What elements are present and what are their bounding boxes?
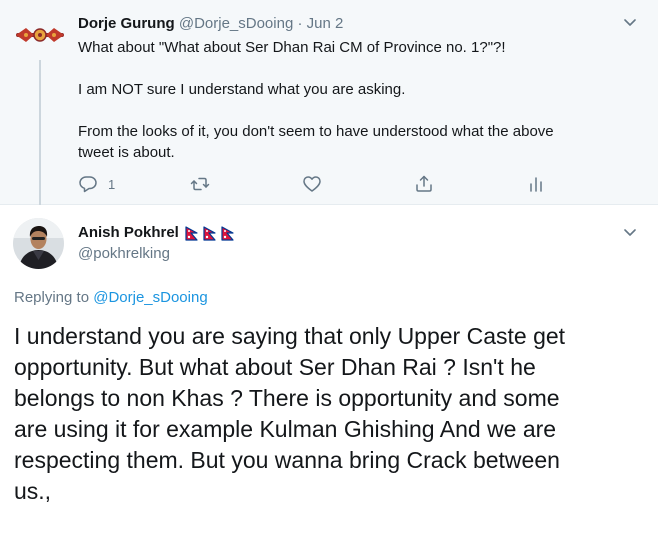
share-button[interactable] — [414, 172, 434, 196]
retweet-button[interactable] — [190, 172, 210, 196]
user-photo-icon — [13, 218, 64, 269]
tweet-text-line: I am NOT sure I understand what you are … — [78, 81, 406, 98]
heart-icon — [303, 176, 321, 192]
nepal-flag-icon — [203, 225, 216, 241]
like-button[interactable] — [302, 172, 322, 196]
chevron-down-icon[interactable] — [622, 224, 638, 240]
tweet-actions: 1 — [78, 172, 558, 196]
tweet-text-line: From the looks of it, you don't seem to … — [78, 123, 554, 140]
tweet-date[interactable]: Jun 2 — [307, 15, 344, 32]
nepal-flag-icon — [185, 225, 198, 241]
replying-to: Replying to @Dorje_sDooing — [14, 288, 208, 308]
tweet-text-line: I understand you are saying that only Up… — [14, 323, 566, 349]
tweet-text-line: us., — [14, 478, 52, 504]
tweet-text-line: are using it for example Kulman Ghishing… — [14, 416, 557, 442]
author-name[interactable]: Dorje Gurung — [78, 15, 175, 32]
tweet-text-line: respecting them. But you wanna bring Cra… — [14, 447, 560, 473]
parent-header: Dorje Gurung @Dorje_sDooing · Jun 2 — [78, 14, 343, 34]
parent-tweet[interactable]: Dorje Gurung @Dorje_sDooing · Jun 2 What… — [0, 0, 658, 205]
separator: · — [297, 15, 303, 32]
replying-to-label: Replying to — [14, 289, 90, 306]
reply-count: 1 — [108, 176, 116, 192]
avatar[interactable] — [13, 218, 64, 269]
author-name[interactable]: Anish Pokhrel — [78, 223, 179, 243]
flag-emojis — [185, 225, 234, 241]
tweet-body: I understand you are saying that only Up… — [14, 321, 646, 507]
share-icon — [416, 175, 432, 192]
reply-header: Anish Pokhrel — [78, 223, 234, 243]
retweet-icon — [190, 177, 210, 191]
reply-button[interactable]: 1 — [78, 172, 115, 196]
author-handle[interactable]: @pokhrelking — [78, 244, 170, 264]
avatar[interactable] — [14, 24, 66, 46]
tweet-text-line: opportunity. But what about Ser Dhan Rai… — [14, 354, 536, 380]
reply-icon — [79, 176, 97, 193]
nepal-flag-icon — [221, 225, 234, 241]
chevron-down-icon[interactable] — [622, 14, 638, 30]
analytics-button[interactable] — [526, 172, 546, 196]
tweet-text-line: tweet is about. — [78, 144, 175, 161]
dorje-logo-icon — [16, 28, 64, 42]
analytics-icon — [530, 177, 542, 192]
thread-line — [39, 60, 41, 205]
replying-to-link[interactable]: @Dorje_sDooing — [93, 289, 207, 306]
author-handle[interactable]: @Dorje_sDooing — [179, 15, 293, 32]
tweet-text-line: belongs to non Khas ? There is opportuni… — [14, 385, 560, 411]
reply-tweet[interactable]: Anish Pokhrel @pokhrelking Replying to @… — [0, 206, 658, 535]
tweet-text-line: What about "What about Ser Dhan Rai CM o… — [78, 39, 506, 56]
